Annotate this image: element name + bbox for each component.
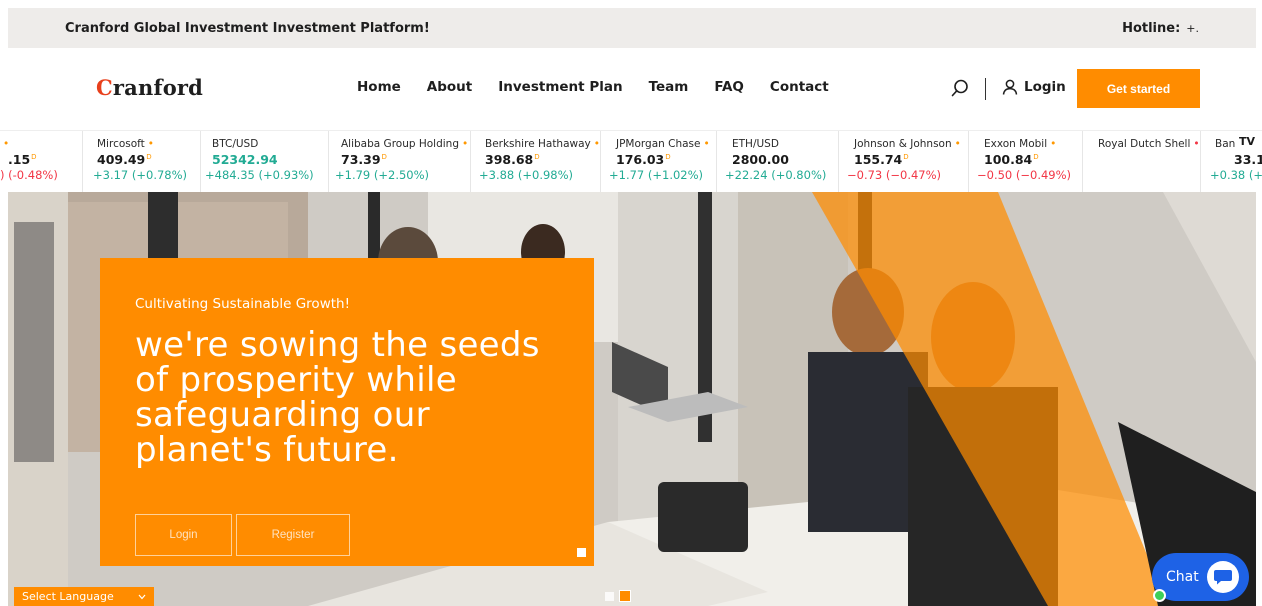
language-label: Select Language <box>22 590 114 603</box>
ticker-price: 155.74D <box>854 152 909 167</box>
hotline-label: Hotline: <box>1122 20 1181 36</box>
ticker-price: 2800.00 <box>732 152 789 167</box>
ticker-change: −0.73 (−0.47%) <box>847 168 942 182</box>
ticker-name: • <box>3 138 10 150</box>
hero-subtitle: Cultivating Sustainable Growth! <box>135 296 350 312</box>
ticker-change: +3.17 (+0.78%) <box>93 168 188 182</box>
ticker-price: 409.49D <box>97 152 152 167</box>
logo-rest: ranford <box>112 75 204 100</box>
ticker-item[interactable]: Berkshire Hathaway • 398.68D +3.88 (+0.98… <box>470 131 600 192</box>
ticker-name: ETH/USD <box>732 138 779 150</box>
language-select[interactable]: Select Language <box>14 587 154 606</box>
hotline-value[interactable]: +. <box>1186 22 1199 35</box>
announcement-bar: Cranford Global Investment Investment Pl… <box>8 8 1256 48</box>
ticker-change: ) (-0.48%) <box>0 168 58 182</box>
ticker-item[interactable]: Johnson & Johnson • 155.74D −0.73 (−0.47%… <box>838 131 968 192</box>
ticker-item[interactable]: Alibaba Group Holding • 73.39D +1.79 (+2.… <box>328 131 470 192</box>
online-status-indicator <box>1153 589 1166 602</box>
ticker-name: Johnson & Johnson • <box>854 138 961 150</box>
site-header: Cranford Home About Investment Plan Team… <box>0 48 1262 130</box>
ticker-price: 73.39D <box>341 152 387 167</box>
ticker-price: 52342.94 <box>212 152 278 167</box>
ticker-change: +1.79 (+2.50%) <box>335 168 430 182</box>
nav-contact[interactable]: Contact <box>770 79 829 95</box>
ticker-price: 100.84D <box>984 152 1039 167</box>
ticker-name: Alibaba Group Holding • <box>341 138 469 150</box>
ticker-price: .15D <box>8 152 37 167</box>
header-divider <box>985 78 986 100</box>
stock-ticker: • .15D ) (-0.48%) Mircosoft • 409.49D +3.… <box>0 130 1262 192</box>
ticker-name: Berkshire Hathaway • <box>485 138 600 150</box>
ticker-price: 398.68D <box>485 152 540 167</box>
chevron-down-icon <box>138 594 146 599</box>
hero-slider: Cultivating Sustainable Growth! we're so… <box>8 192 1256 606</box>
page: Cranford Global Investment Investment Pl… <box>0 0 1262 606</box>
slider-dot-active[interactable] <box>619 590 631 602</box>
login-label: Login <box>1024 79 1066 95</box>
hero-login-button[interactable]: Login <box>135 514 232 556</box>
tradingview-logo-icon[interactable]: TV <box>1237 135 1258 148</box>
ticker-change: +0.38 (+ <box>1210 168 1262 182</box>
ticker-name: Mircosoft • <box>97 138 154 150</box>
logo-initial: C <box>96 75 113 100</box>
site-logo[interactable]: Cranford <box>96 75 203 100</box>
hotline: Hotline: +. <box>1122 21 1199 36</box>
ticker-item[interactable]: Exxon Mobil • 100.84D −0.50 (−0.49%) <box>968 131 1082 192</box>
ticker-name: Exxon Mobil • <box>984 138 1057 150</box>
ticker-price: 33.13 <box>1234 152 1262 167</box>
nav-home[interactable]: Home <box>357 79 401 95</box>
ticker-item[interactable]: JPMorgan Chase • 176.03D +1.77 (+1.02%) <box>600 131 716 192</box>
slide-indicator <box>577 548 586 557</box>
ticker-change: +1.77 (+1.02%) <box>609 168 704 182</box>
nav-about[interactable]: About <box>427 79 472 95</box>
ticker-change: −0.50 (−0.49%) <box>977 168 1072 182</box>
chat-bubble-icon <box>1206 561 1239 593</box>
search-icon[interactable] <box>951 79 969 97</box>
ticker-change: +22.24 (+0.80%) <box>725 168 827 182</box>
hero-title: we're sowing the seeds of prosperity whi… <box>135 325 540 471</box>
ticker-change: +484.35 (+0.93%) <box>205 168 314 182</box>
ticker-item[interactable]: BTC/USD 52342.94 +484.35 (+0.93%) <box>200 131 328 192</box>
announcement-text: Cranford Global Investment Investment Pl… <box>65 20 430 36</box>
ticker-item[interactable]: Royal Dutch Shell • <box>1082 131 1200 192</box>
ticker-price: 176.03D <box>616 152 671 167</box>
chat-widget-button[interactable]: Chat <box>1152 553 1249 601</box>
ticker-name: Royal Dutch Shell • <box>1098 138 1200 150</box>
get-started-button[interactable]: Get started <box>1077 69 1200 108</box>
hero-register-button[interactable]: Register <box>236 514 350 556</box>
ticker-item[interactable]: Mircosoft • 409.49D +3.17 (+0.78%) <box>82 131 200 192</box>
ticker-name: BTC/USD <box>212 138 259 150</box>
nav-team[interactable]: Team <box>649 79 689 95</box>
login-link[interactable]: Login <box>1002 79 1066 95</box>
ticker-change: +3.88 (+0.98%) <box>479 168 574 182</box>
chat-label: Chat <box>1166 569 1199 585</box>
ticker-item[interactable]: • .15D ) (-0.48%) <box>0 131 82 192</box>
main-nav: Home About Investment Plan Team FAQ Cont… <box>357 79 829 95</box>
slider-dot[interactable] <box>605 592 614 601</box>
ticker-item[interactable]: ETH/USD 2800.00 +22.24 (+0.80%) <box>716 131 838 192</box>
user-icon <box>1002 79 1018 95</box>
ticker-name: JPMorgan Chase • <box>616 138 710 150</box>
hero-card: Cultivating Sustainable Growth! we're so… <box>100 258 594 566</box>
nav-investment-plan[interactable]: Investment Plan <box>498 79 622 95</box>
nav-faq[interactable]: FAQ <box>714 79 744 95</box>
